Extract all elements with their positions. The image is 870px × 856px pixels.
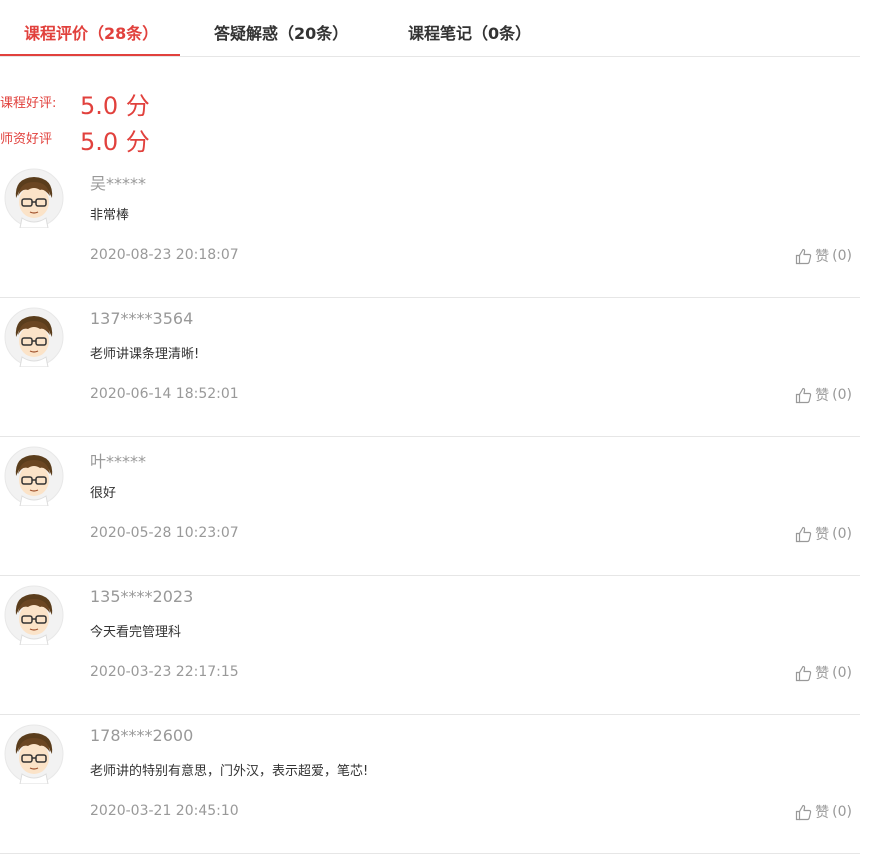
like-label: 赞 [815,388,830,404]
review-username: 137****3564 [90,309,194,328]
avatar [4,446,64,507]
review-item: 178****2600 老师讲的特别有意思，门外汉，表示超爱，笔芯! 2020-… [0,714,860,854]
like-label: 赞 [815,249,830,265]
like-count: (0) [832,387,852,403]
tab-bar: 课程评价（28条） 答疑解惑（20条） 课程笔记（0条） [0,0,860,57]
like-label: 赞 [815,805,830,821]
tab-course-reviews[interactable]: 课程评价（28条） [24,20,158,44]
like-count: (0) [832,665,852,681]
review-content: 老师讲课条理清晰! [90,347,200,362]
teacher-rating-label: 师资好评 [0,132,53,147]
review-timestamp: 2020-03-23 22:17:15 [90,664,239,680]
thumbs-up-icon [795,248,812,265]
review-username: 吴***** [90,174,147,193]
like-count: (0) [832,526,852,542]
like-count: (0) [832,248,852,264]
thumbs-up-icon [795,526,812,543]
review-username: 叶***** [90,452,147,471]
active-tab-indicator [0,54,180,56]
review-item: 吴***** 非常棒 2020-08-23 20:18:07 赞 (0) [0,158,860,298]
review-content: 今天看完管理科 [90,625,182,640]
avatar [4,585,64,646]
review-timestamp: 2020-03-21 20:45:10 [90,803,239,819]
review-username: 178****2600 [90,726,194,745]
avatar [4,168,64,229]
review-timestamp: 2020-05-28 10:23:07 [90,525,239,541]
like-count: (0) [832,804,852,820]
like-button[interactable]: 赞 (0) [795,246,852,266]
like-button[interactable]: 赞 (0) [795,524,852,544]
thumbs-up-icon [795,665,812,682]
review-item: 135****2023 今天看完管理科 2020-03-23 22:17:15 … [0,575,860,715]
review-item: 叶***** 很好 2020-05-28 10:23:07 赞 (0) [0,436,860,576]
course-rating-value: 5.0 分 [80,92,150,120]
review-timestamp: 2020-06-14 18:52:01 [90,386,239,402]
review-content: 老师讲的特别有意思，门外汉，表示超爱，笔芯! [90,764,369,779]
thumbs-up-icon [795,804,812,821]
review-timestamp: 2020-08-23 20:18:07 [90,247,239,263]
like-button[interactable]: 赞 (0) [795,385,852,405]
like-button[interactable]: 赞 (0) [795,663,852,683]
review-username: 135****2023 [90,587,194,606]
like-label: 赞 [815,527,830,543]
course-rating-label: 课程好评: [0,96,57,111]
like-label: 赞 [815,666,830,682]
like-button[interactable]: 赞 (0) [795,802,852,822]
thumbs-up-icon [795,387,812,404]
review-content: 很好 [90,486,117,501]
teacher-rating-value: 5.0 分 [80,128,150,156]
tab-course-notes[interactable]: 课程笔记（0条） [408,20,531,44]
review-content: 非常棒 [90,208,130,223]
avatar [4,307,64,368]
avatar [4,724,64,785]
tab-qa[interactable]: 答疑解惑（20条） [214,20,348,44]
review-item: 137****3564 老师讲课条理清晰! 2020-06-14 18:52:0… [0,297,860,437]
